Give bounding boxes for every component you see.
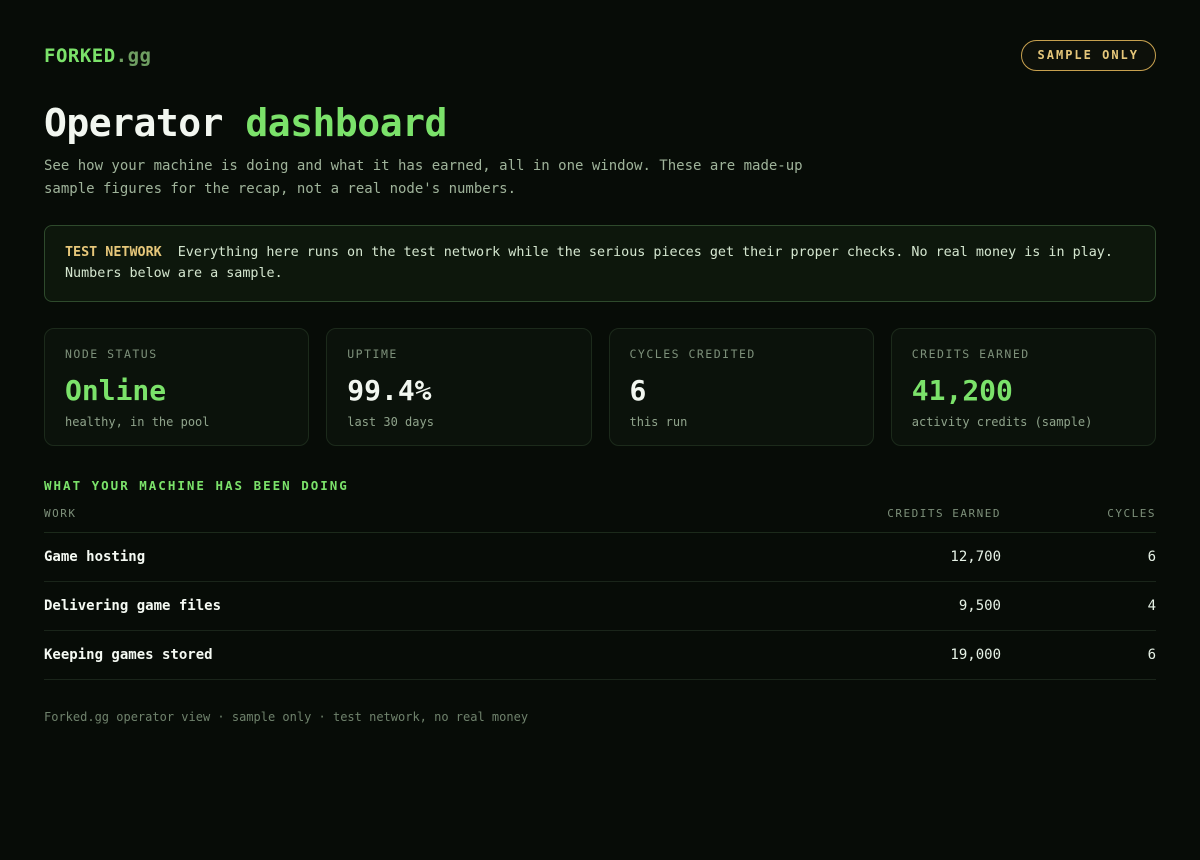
stat-sub: healthy, in the pool (65, 415, 210, 429)
stat-value: 99.4% (347, 374, 432, 407)
column-header-work[interactable]: WORK (44, 507, 701, 533)
stat-label: CREDITS EARNED (911, 347, 1030, 361)
brand-logo[interactable]: FORKED.gg (44, 45, 151, 67)
work-credits: 9,500 (701, 581, 1001, 631)
column-header-cycles[interactable]: CYCLES (1001, 507, 1156, 533)
page-title-main: Operator (44, 101, 224, 145)
operator-dashboard: FORKED.gg SAMPLE ONLY Operator dashboard… (0, 0, 1200, 860)
column-header-credits[interactable]: CREDITS EARNED (701, 507, 1001, 533)
work-table: WORK CREDITS EARNED CYCLES Game hosting … (44, 507, 1156, 680)
brand-name: FORKED (44, 44, 116, 67)
stat-value: Online (65, 374, 167, 407)
stat-label: NODE STATUS (65, 347, 158, 361)
stat-label: CYCLES CREDITED (629, 347, 756, 361)
work-cycles: 6 (1001, 532, 1156, 582)
stat-value: 41,200 (911, 374, 1013, 407)
table-header-row: WORK CREDITS EARNED CYCLES (44, 507, 1156, 533)
page-title: Operator dashboard (44, 101, 1156, 145)
table-row: Game hosting 12,700 6 (44, 532, 1156, 582)
work-name: Keeping games stored (44, 630, 701, 680)
page-footer: Forked.gg operator view · sample only · … (44, 710, 529, 724)
stat-card-node-status: NODE STATUS Online healthy, in the pool (44, 328, 310, 446)
stat-sub: last 30 days (347, 415, 434, 429)
stat-sub: activity credits (sample) (911, 415, 1093, 429)
test-network-notice: TEST NETWORK Everything here runs on the … (44, 225, 1156, 302)
page-subtitle: See how your machine is doing and what i… (44, 158, 803, 197)
work-credits: 12,700 (701, 532, 1001, 582)
stat-value: 6 (629, 374, 647, 407)
work-section-title: WHAT YOUR MACHINE HAS BEEN DOING (44, 478, 349, 493)
stat-card-uptime: UPTIME 99.4% last 30 days (326, 328, 592, 446)
table-row: Delivering game files 9,500 4 (44, 581, 1156, 631)
work-name: Delivering game files (44, 581, 701, 631)
stat-card-credits-earned: CREDITS EARNED 41,200 activity credits (… (890, 328, 1156, 446)
work-credits: 19,000 (701, 630, 1001, 680)
notice-tag: TEST NETWORK (65, 245, 162, 260)
stat-card-cycles-credited: CYCLES CREDITED 6 this run (608, 328, 874, 446)
work-cycles: 6 (1001, 630, 1156, 680)
sample-only-badge: SAMPLE ONLY (1020, 40, 1156, 71)
brand-tld: .gg (115, 44, 152, 67)
stat-label: UPTIME (347, 347, 398, 361)
page-title-accent: dashboard (245, 101, 447, 145)
table-row: Keeping games stored 19,000 6 (44, 630, 1156, 680)
work-cycles: 4 (1001, 581, 1156, 631)
stat-sub: this run (629, 415, 688, 429)
notice-text: Everything here runs on the test network… (65, 245, 1113, 281)
top-bar: FORKED.gg SAMPLE ONLY (44, 40, 1156, 71)
work-name: Game hosting (44, 532, 701, 582)
stat-cards: NODE STATUS Online healthy, in the pool … (44, 328, 1156, 446)
